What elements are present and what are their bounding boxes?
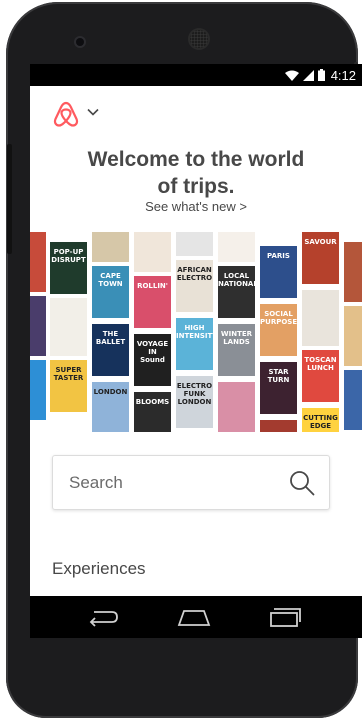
trip-poster[interactable]: ELECTRO FUNK LONDON xyxy=(176,376,213,428)
welcome-title: Welcome to the world of trips. xyxy=(87,148,305,198)
trip-poster[interactable]: STAR TURN xyxy=(260,362,297,414)
back-icon[interactable] xyxy=(86,606,120,628)
collage-photo xyxy=(260,420,297,432)
home-icon[interactable] xyxy=(176,606,212,628)
collage-photo xyxy=(30,360,46,420)
trip-poster[interactable]: SOCIAL PURPOSE xyxy=(260,304,297,356)
search-icon[interactable] xyxy=(289,470,315,496)
status-bar: 4:12 xyxy=(30,64,362,86)
trip-poster[interactable]: CUTTING EDGE xyxy=(302,408,339,432)
trip-poster[interactable]: LOCAL NATIONAL xyxy=(218,266,255,318)
status-time: 4:12 xyxy=(330,67,356,83)
airbnb-logo-icon[interactable] xyxy=(52,100,80,128)
collage-photo xyxy=(344,370,362,430)
trip-poster[interactable]: BLOOMS xyxy=(134,392,171,432)
battery-icon xyxy=(317,69,325,81)
experiences-heading: Experiences xyxy=(52,559,146,578)
collage-photo xyxy=(92,232,129,262)
collage-photo xyxy=(218,382,255,432)
trip-poster[interactable]: SUPER TASTER xyxy=(50,360,87,412)
chevron-down-icon[interactable] xyxy=(87,108,99,116)
trip-poster[interactable]: CAPE TOWN xyxy=(92,266,129,318)
earpiece-speaker xyxy=(190,30,208,48)
android-nav-bar xyxy=(30,596,362,638)
collage-photo xyxy=(50,298,87,356)
collage-photo xyxy=(218,232,255,262)
trip-poster[interactable]: AFRICAN ELECTRO xyxy=(176,260,213,312)
search-placeholder: Search xyxy=(69,473,123,492)
trip-poster[interactable]: PARIS xyxy=(260,246,297,298)
wifi-icon xyxy=(284,70,299,81)
search-bar[interactable]: Search xyxy=(52,455,330,510)
trip-poster[interactable]: VOYAGE IN Sound xyxy=(134,334,171,386)
front-camera xyxy=(76,38,84,46)
trip-poster[interactable]: LONDON xyxy=(92,382,129,432)
trip-poster[interactable]: HIGH INTENSITY xyxy=(176,318,213,370)
trip-poster[interactable]: WINTER LANDS xyxy=(218,324,255,376)
recent-apps-icon[interactable] xyxy=(268,606,302,628)
trip-poster[interactable]: TOSCAN LUNCH xyxy=(302,350,339,402)
screen: 4:12 Welcome to the world of trips. See … xyxy=(30,64,362,638)
trip-poster[interactable]: THE BALLET xyxy=(92,324,129,376)
collage-photo xyxy=(344,242,362,302)
side-button xyxy=(7,144,12,254)
trips-collage[interactable]: POP-UP DISRUPT CAPE TOWN ROLLIN' AFRICAN EL… xyxy=(30,232,362,432)
trip-poster[interactable]: ROLLIN' xyxy=(134,276,171,328)
trip-poster[interactable]: SAVOUR xyxy=(302,232,339,284)
signal-icon xyxy=(302,69,314,81)
collage-photo xyxy=(302,290,339,346)
collage-photo xyxy=(344,306,362,366)
collage-photo xyxy=(30,232,46,292)
trip-poster[interactable]: POP-UP DISRUPT xyxy=(50,242,87,294)
collage-photo xyxy=(30,296,46,356)
collage-photo xyxy=(176,232,213,256)
collage-photo xyxy=(134,232,171,272)
see-whats-new-link[interactable]: See what's new > xyxy=(30,199,362,214)
